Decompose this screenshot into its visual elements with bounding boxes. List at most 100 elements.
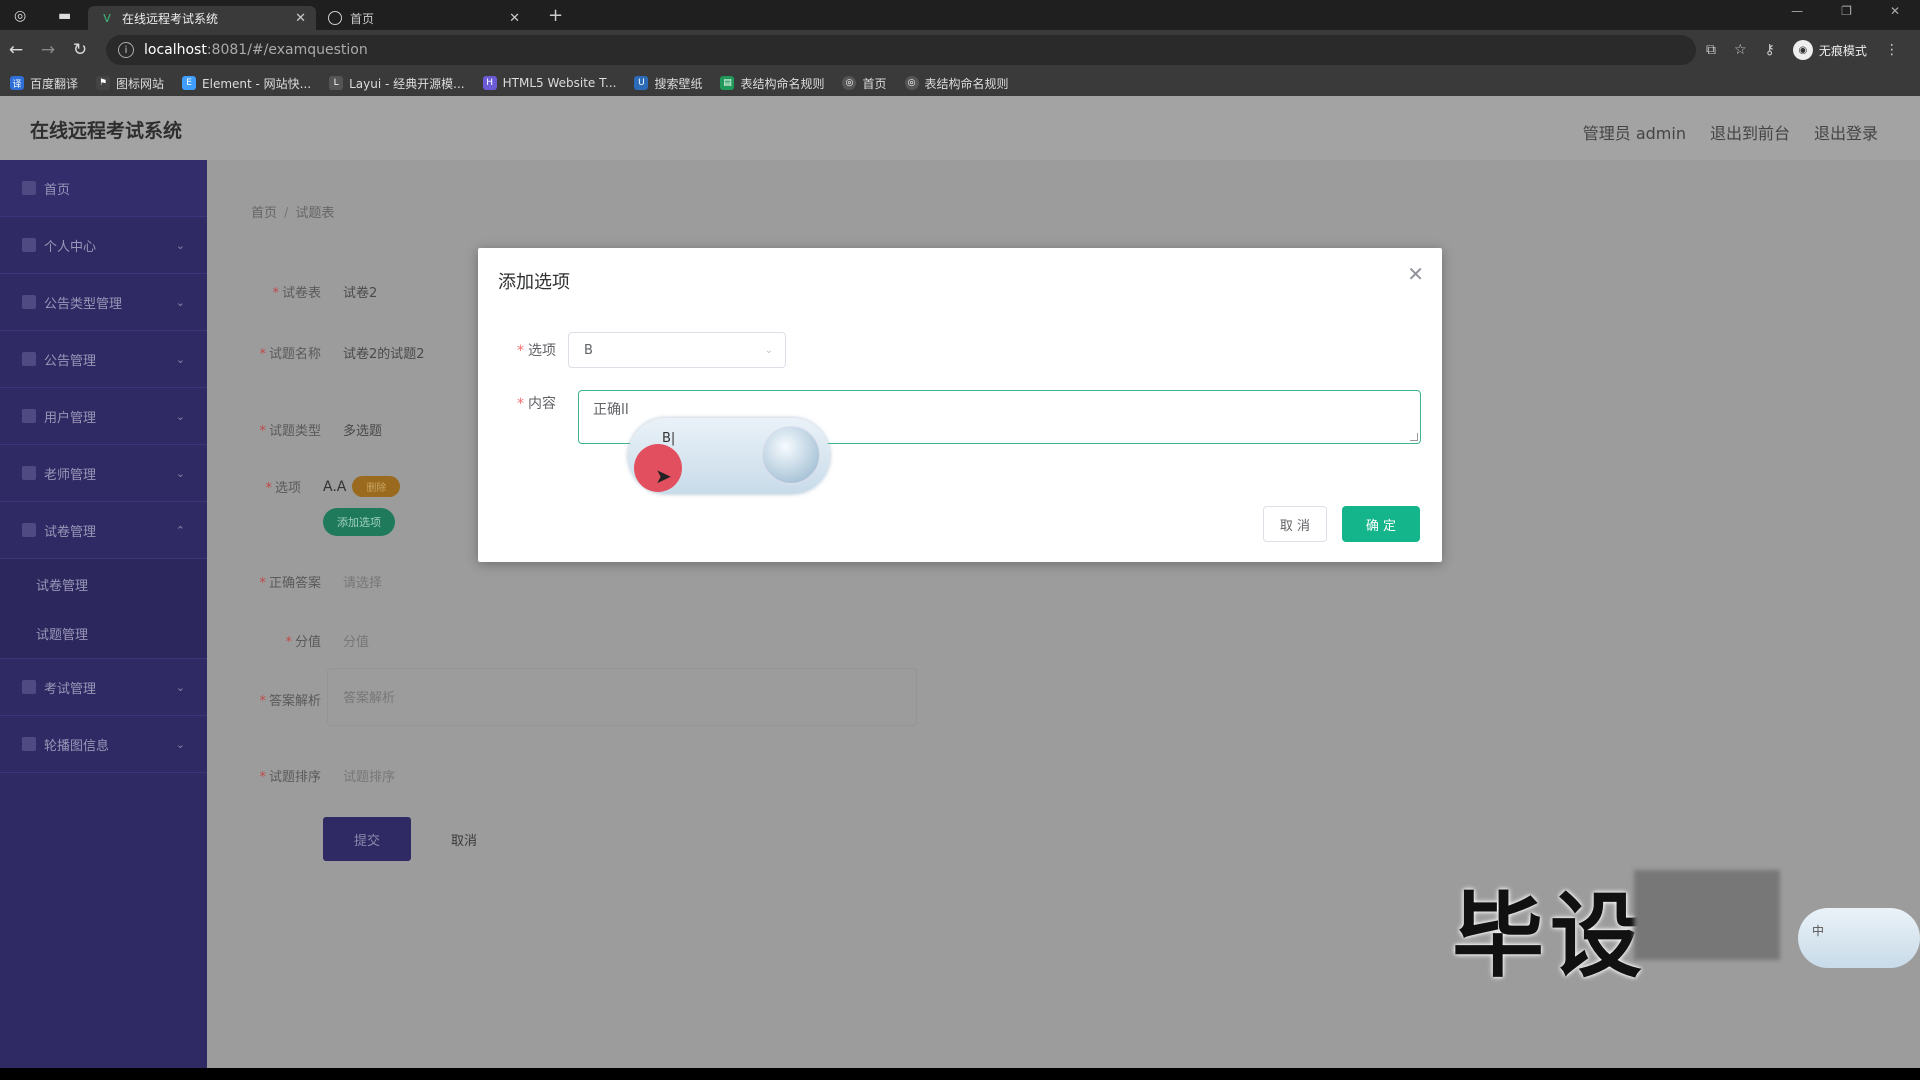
bookmark-item[interactable]: ◎ 首页 [842, 75, 887, 92]
type-value[interactable]: 多选题 [343, 420, 382, 439]
add-option-dialog: 添加选项 ✕ * 选项 B ⌄ * 内容 正确ll 取 消 确 定 [478, 248, 1442, 562]
score-input[interactable]: 分值 [343, 631, 369, 650]
back-icon[interactable]: ← [0, 40, 32, 60]
sidebar-item-notice[interactable]: 公告管理 ⌄ [0, 331, 207, 388]
sidebar-item-label: 老师管理 [44, 467, 97, 483]
incognito-badge[interactable]: ◉ 无痕模式 [1792, 40, 1867, 60]
order-input[interactable]: 试题排序 [343, 766, 395, 785]
breadcrumb-home[interactable]: 首页 [251, 206, 277, 221]
logout-link[interactable]: 退出登录 [1814, 120, 1878, 144]
paper-icon [22, 523, 36, 537]
globe-icon: ◎ [904, 76, 919, 90]
sidebar-item-profile[interactable]: 个人中心 ⌄ [0, 217, 207, 274]
submit-button[interactable]: 提交 [323, 817, 411, 861]
analysis-textarea[interactable] [327, 668, 917, 726]
bookmark-item[interactable]: L Layui - 经典开源模... [329, 75, 465, 92]
sidebar-item-exams[interactable]: 考试管理 ⌄ [0, 659, 207, 716]
form-row-name: * 试题名称 试卷2的试题2 [223, 343, 425, 362]
dialog-confirm-button[interactable]: 确 定 [1342, 506, 1420, 542]
sheet-icon: ▤ [720, 76, 735, 90]
bookmark-item[interactable]: 译百度翻译 [10, 75, 78, 92]
sidebar-item-users[interactable]: 用户管理 ⌄ [0, 388, 207, 445]
incognito-icon: ◉ [1792, 40, 1813, 60]
ime-status-label: 中 [1812, 924, 1825, 938]
answer-select[interactable]: 请选择 [343, 572, 382, 591]
content-value: 正确ll [593, 402, 629, 418]
add-option-button[interactable]: 添加选项 [323, 508, 395, 536]
sidebar-item-papers[interactable]: 试卷管理 ⌃ [0, 502, 207, 559]
delete-option-tag[interactable]: 删除 [352, 476, 401, 497]
sidebar-item-notice-type[interactable]: 公告类型管理 ⌄ [0, 274, 207, 331]
sidebar-subitem-questions[interactable]: 试题管理 [0, 609, 207, 659]
sidebar-item-label: 轮播图信息 [44, 738, 110, 754]
star-icon[interactable]: ☆ [1734, 42, 1747, 58]
bookmark-label: HTML5 Website T... [502, 76, 617, 90]
dialog-label: 选项 [528, 343, 556, 359]
bookmark-label: 首页 [862, 76, 887, 91]
form-label: 分值 [294, 635, 321, 650]
globe-icon: ◎ [842, 76, 857, 90]
dialog-cancel-button[interactable]: 取 消 [1263, 506, 1327, 542]
bookmark-item[interactable]: ▤ 表结构命名规则 [720, 75, 824, 92]
minimize-icon[interactable]: — [1791, 4, 1803, 18]
bookmark-item[interactable]: H HTML5 Website T... [482, 76, 617, 90]
form-label: 试题名称 [268, 347, 321, 362]
close-icon[interactable]: ✕ [509, 11, 520, 26]
ime-status-widget[interactable]: 中 [1798, 908, 1920, 968]
dialog-row-option: * 选项 B ⌄ [478, 332, 786, 368]
translate-icon[interactable]: ⧉ [1706, 42, 1716, 58]
name-value[interactable]: 试卷2的试题2 [343, 343, 425, 362]
forward-icon[interactable]: → [32, 40, 64, 60]
tab-search-icon[interactable]: ▬ [58, 8, 80, 24]
more-menu-icon[interactable]: ⋮ [1885, 42, 1899, 58]
app-title: 在线远程考试系统 [30, 120, 183, 142]
chevron-up-icon: ⌃ [175, 523, 185, 537]
bookmark-item[interactable]: ⚑ 图标网站 [96, 75, 164, 92]
paper-value[interactable]: 试卷2 [343, 282, 377, 301]
resize-handle[interactable] [1410, 433, 1418, 441]
url-field[interactable]: i localhost :8081/#/examquestion [106, 35, 1696, 65]
close-window-icon[interactable]: ✕ [1890, 4, 1900, 18]
chart-icon [22, 352, 36, 366]
home-icon [22, 181, 36, 195]
form-cancel-button[interactable]: 取消 [451, 830, 477, 849]
html5-icon: H [482, 76, 497, 90]
option-value: A.A [323, 478, 347, 495]
url-host: localhost [144, 42, 207, 58]
tab-label: 在线远程考试系统 [122, 11, 219, 26]
ime-text: B| [662, 431, 676, 446]
sidebar-item-teachers[interactable]: 老师管理 ⌄ [0, 445, 207, 502]
bookmark-label: 搜索壁纸 [654, 76, 703, 91]
restore-icon[interactable]: ❐ [1841, 4, 1852, 18]
sidebar-item-carousel[interactable]: 轮播图信息 ⌄ [0, 716, 207, 773]
sidebar-item-label: 用户管理 [44, 410, 97, 426]
info-icon[interactable]: i [118, 42, 134, 58]
form-row-options: * 选项 A.A 删除 [237, 476, 401, 497]
form-label: 选项 [274, 481, 301, 496]
element-icon: E [182, 76, 197, 90]
back-to-front-link[interactable]: 退出到前台 [1710, 120, 1790, 144]
layui-icon: L [329, 76, 344, 90]
sidebar-subitem-papers[interactable]: 试卷管理 [0, 559, 207, 609]
bookmark-item[interactable]: E Element - 网站快... [182, 75, 311, 92]
key-icon[interactable]: ⚷ [1765, 42, 1775, 58]
chevron-down-icon: ⌄ [175, 737, 185, 751]
close-icon[interactable]: ✕ [1407, 262, 1424, 286]
bookmark-item[interactable]: ◎ 表结构命名规则 [904, 75, 1009, 92]
sidebar-item-home[interactable]: 首页 [0, 160, 207, 217]
form-row-type: * 试题类型 多选题 [223, 420, 382, 439]
sidebar-item-label: 试卷管理 [44, 524, 97, 540]
option-select[interactable]: B ⌄ [568, 332, 786, 368]
bookmark-item[interactable]: U 搜索壁纸 [634, 75, 702, 92]
reload-icon[interactable]: ↻ [64, 40, 96, 60]
close-icon[interactable]: ✕ [295, 11, 306, 26]
new-tab-button[interactable]: + [548, 5, 563, 26]
chevron-down-icon: ⌄ [175, 295, 185, 309]
form-row-answer: * 正确答案 请选择 [223, 572, 382, 591]
tab-exam-system[interactable]: V 在线远程考试系统 ✕ [88, 6, 316, 30]
bookmark-label: 表结构命名规则 [740, 76, 825, 91]
dialog-row-content: * 内容 [517, 396, 556, 412]
chevron-down-icon: ⌄ [175, 680, 185, 694]
tab-home[interactable]: 首页 ✕ [316, 6, 530, 30]
browser-menu-icon[interactable]: ◎ [14, 8, 36, 24]
